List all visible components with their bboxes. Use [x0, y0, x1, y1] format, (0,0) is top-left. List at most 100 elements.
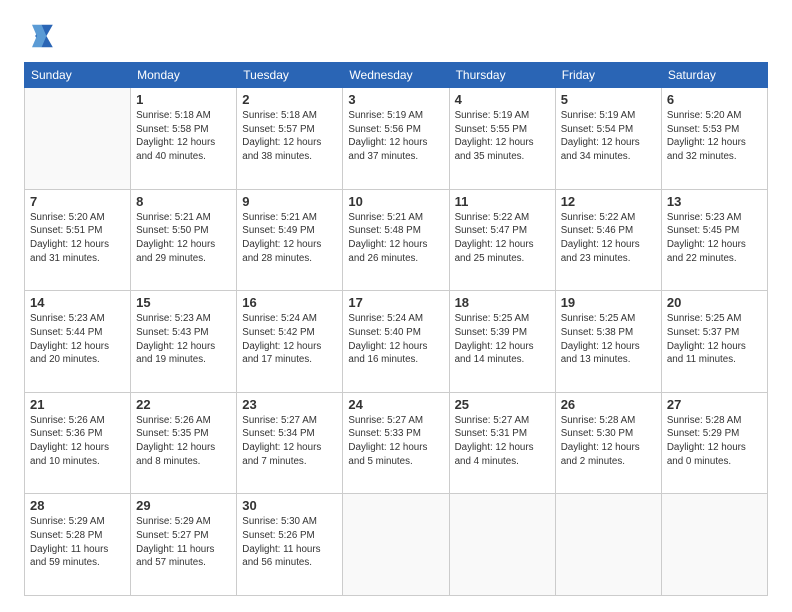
- day-number: 27: [667, 397, 762, 412]
- week-row-4: 21 Sunrise: 5:26 AM Sunset: 5:36 PM Dayli…: [25, 392, 768, 494]
- calendar-cell: 30Sunrise: 5:30 AM Sunset: 5:26 PM Dayli…: [237, 494, 343, 596]
- day-number: 3: [348, 92, 443, 107]
- calendar-cell: 6 Sunrise: 5:20 AM Sunset: 5:53 PM Daylig…: [661, 88, 767, 190]
- calendar-cell: 26 Sunrise: 5:28 AM Sunset: 5:30 PM Dayli…: [555, 392, 661, 494]
- day-number: 7: [30, 194, 125, 209]
- calendar-cell: 12 Sunrise: 5:22 AM Sunset: 5:46 PM Dayli…: [555, 189, 661, 291]
- day-info: Sunrise: 5:28 AM Sunset: 5:29 PM Dayligh…: [667, 414, 762, 469]
- calendar-cell: [661, 494, 767, 596]
- calendar-cell: 13 Sunrise: 5:23 AM Sunset: 5:45 PM Dayli…: [661, 189, 767, 291]
- calendar-cell: 21 Sunrise: 5:26 AM Sunset: 5:36 PM Dayli…: [25, 392, 131, 494]
- day-info: Sunrise: 5:19 AM Sunset: 5:55 PM Dayligh…: [455, 109, 550, 164]
- day-info: Sunrise: 5:28 AM Sunset: 5:30 PM Dayligh…: [561, 414, 656, 469]
- calendar-cell: 10 Sunrise: 5:21 AM Sunset: 5:48 PM Dayli…: [343, 189, 449, 291]
- day-info: Sunrise: 5:21 AM Sunset: 5:49 PM Dayligh…: [242, 211, 337, 266]
- calendar-cell: 4 Sunrise: 5:19 AM Sunset: 5:55 PM Daylig…: [449, 88, 555, 190]
- week-row-2: 7 Sunrise: 5:20 AM Sunset: 5:51 PM Daylig…: [25, 189, 768, 291]
- day-number: 14: [30, 295, 125, 310]
- calendar-cell: 16Sunrise: 5:24 AM Sunset: 5:42 PM Dayli…: [237, 291, 343, 393]
- day-number: 29: [136, 498, 231, 513]
- calendar-cell: 9 Sunrise: 5:21 AM Sunset: 5:49 PM Daylig…: [237, 189, 343, 291]
- day-number: 10: [348, 194, 443, 209]
- calendar-cell: 29 Sunrise: 5:29 AM Sunset: 5:27 PM Dayli…: [131, 494, 237, 596]
- week-row-5: 28 Sunrise: 5:29 AM Sunset: 5:28 PM Dayli…: [25, 494, 768, 596]
- day-info: Sunrise: 5:26 AM Sunset: 5:35 PM Dayligh…: [136, 414, 231, 469]
- calendar-cell: 2 Sunrise: 5:18 AM Sunset: 5:57 PM Daylig…: [237, 88, 343, 190]
- calendar-cell: 23 Sunrise: 5:27 AM Sunset: 5:34 PM Dayli…: [237, 392, 343, 494]
- calendar-cell: 11 Sunrise: 5:22 AM Sunset: 5:47 PM Dayli…: [449, 189, 555, 291]
- calendar-cell: 8Sunrise: 5:21 AM Sunset: 5:50 PM Daylig…: [131, 189, 237, 291]
- day-info: Sunrise: 5:18 AM Sunset: 5:57 PM Dayligh…: [242, 109, 337, 164]
- day-number: 19: [561, 295, 656, 310]
- calendar-cell: [555, 494, 661, 596]
- day-info: Sunrise: 5:29 AM Sunset: 5:28 PM Dayligh…: [30, 515, 125, 570]
- page: SundayMondayTuesdayWednesdayThursdayFrid…: [0, 0, 792, 612]
- day-info: Sunrise: 5:22 AM Sunset: 5:47 PM Dayligh…: [455, 211, 550, 266]
- day-info: Sunrise: 5:18 AM Sunset: 5:58 PM Dayligh…: [136, 109, 231, 164]
- calendar-cell: 22 Sunrise: 5:26 AM Sunset: 5:35 PM Dayli…: [131, 392, 237, 494]
- weekday-header-friday: Friday: [555, 63, 661, 88]
- calendar-cell: 20 Sunrise: 5:25 AM Sunset: 5:37 PM Dayli…: [661, 291, 767, 393]
- week-row-1: 1 Sunrise: 5:18 AM Sunset: 5:58 PM Daylig…: [25, 88, 768, 190]
- day-info: Sunrise: 5:20 AM Sunset: 5:51 PM Dayligh…: [30, 211, 125, 266]
- day-info: Sunrise: 5:19 AM Sunset: 5:56 PM Dayligh…: [348, 109, 443, 164]
- day-info: Sunrise: 5:25 AM Sunset: 5:38 PM Dayligh…: [561, 312, 656, 367]
- day-info: Sunrise: 5:23 AM Sunset: 5:44 PM Dayligh…: [30, 312, 125, 367]
- calendar-cell: 5Sunrise: 5:19 AM Sunset: 5:54 PM Daylig…: [555, 88, 661, 190]
- day-info: Sunrise: 5:27 AM Sunset: 5:34 PM Dayligh…: [242, 414, 337, 469]
- day-number: 21: [30, 397, 125, 412]
- calendar-cell: 7 Sunrise: 5:20 AM Sunset: 5:51 PM Daylig…: [25, 189, 131, 291]
- weekday-header-monday: Monday: [131, 63, 237, 88]
- week-row-3: 14 Sunrise: 5:23 AM Sunset: 5:44 PM Dayli…: [25, 291, 768, 393]
- calendar-cell: [343, 494, 449, 596]
- header: [24, 20, 768, 52]
- day-number: 4: [455, 92, 550, 107]
- day-info: Sunrise: 5:25 AM Sunset: 5:37 PM Dayligh…: [667, 312, 762, 367]
- calendar-cell: [449, 494, 555, 596]
- weekday-header-tuesday: Tuesday: [237, 63, 343, 88]
- day-number: 13: [667, 194, 762, 209]
- day-number: 2: [242, 92, 337, 107]
- day-info: Sunrise: 5:23 AM Sunset: 5:43 PM Dayligh…: [136, 312, 231, 367]
- weekday-header-wednesday: Wednesday: [343, 63, 449, 88]
- day-info: Sunrise: 5:23 AM Sunset: 5:45 PM Dayligh…: [667, 211, 762, 266]
- day-number: 6: [667, 92, 762, 107]
- calendar-cell: 19 Sunrise: 5:25 AM Sunset: 5:38 PM Dayli…: [555, 291, 661, 393]
- day-info: Sunrise: 5:24 AM Sunset: 5:42 PM Dayligh…: [242, 312, 337, 367]
- day-info: Sunrise: 5:22 AM Sunset: 5:46 PM Dayligh…: [561, 211, 656, 266]
- day-info: Sunrise: 5:26 AM Sunset: 5:36 PM Dayligh…: [30, 414, 125, 469]
- logo: [24, 20, 60, 52]
- day-info: Sunrise: 5:20 AM Sunset: 5:53 PM Dayligh…: [667, 109, 762, 164]
- day-number: 30: [242, 498, 337, 513]
- day-number: 11: [455, 194, 550, 209]
- calendar-cell: 1 Sunrise: 5:18 AM Sunset: 5:58 PM Daylig…: [131, 88, 237, 190]
- calendar-header-row: SundayMondayTuesdayWednesdayThursdayFrid…: [25, 63, 768, 88]
- weekday-header-sunday: Sunday: [25, 63, 131, 88]
- day-info: Sunrise: 5:21 AM Sunset: 5:48 PM Dayligh…: [348, 211, 443, 266]
- day-number: 28: [30, 498, 125, 513]
- day-number: 8: [136, 194, 231, 209]
- day-number: 1: [136, 92, 231, 107]
- calendar: SundayMondayTuesdayWednesdayThursdayFrid…: [24, 62, 768, 596]
- calendar-cell: 15Sunrise: 5:23 AM Sunset: 5:43 PM Dayli…: [131, 291, 237, 393]
- day-info: Sunrise: 5:29 AM Sunset: 5:27 PM Dayligh…: [136, 515, 231, 570]
- day-info: Sunrise: 5:27 AM Sunset: 5:31 PM Dayligh…: [455, 414, 550, 469]
- day-number: 24: [348, 397, 443, 412]
- logo-icon: [24, 20, 56, 52]
- day-number: 25: [455, 397, 550, 412]
- day-number: 18: [455, 295, 550, 310]
- day-number: 22: [136, 397, 231, 412]
- day-number: 12: [561, 194, 656, 209]
- day-number: 23: [242, 397, 337, 412]
- day-number: 9: [242, 194, 337, 209]
- day-number: 5: [561, 92, 656, 107]
- day-info: Sunrise: 5:25 AM Sunset: 5:39 PM Dayligh…: [455, 312, 550, 367]
- calendar-cell: 25 Sunrise: 5:27 AM Sunset: 5:31 PM Dayli…: [449, 392, 555, 494]
- day-info: Sunrise: 5:24 AM Sunset: 5:40 PM Dayligh…: [348, 312, 443, 367]
- weekday-header-saturday: Saturday: [661, 63, 767, 88]
- calendar-cell: 24Sunrise: 5:27 AM Sunset: 5:33 PM Dayli…: [343, 392, 449, 494]
- day-number: 17: [348, 295, 443, 310]
- day-number: 20: [667, 295, 762, 310]
- calendar-cell: 18 Sunrise: 5:25 AM Sunset: 5:39 PM Dayli…: [449, 291, 555, 393]
- day-number: 26: [561, 397, 656, 412]
